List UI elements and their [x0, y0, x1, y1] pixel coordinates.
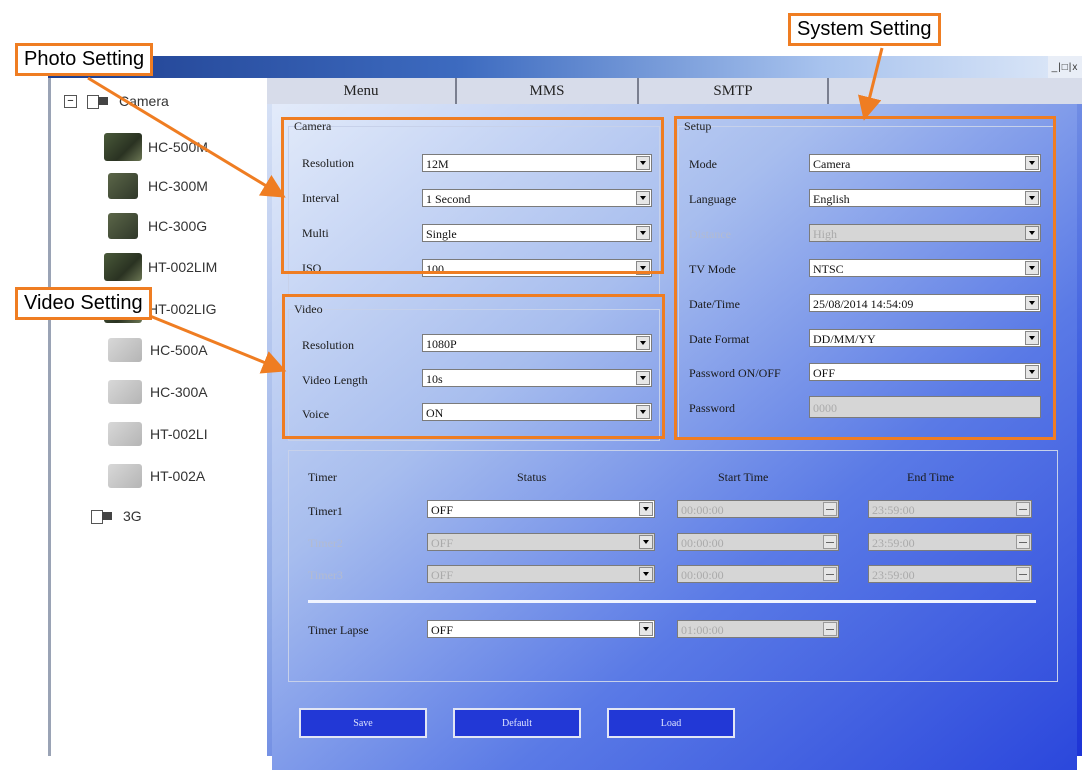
- video-arrow: [149, 314, 287, 374]
- callout-arrows: [87, 47, 884, 374]
- photo-setting-callout: Photo Setting: [15, 43, 154, 76]
- system-setting-callout: System Setting: [788, 13, 941, 46]
- system-arrow: [857, 47, 884, 121]
- video-setting-callout: Video Setting: [15, 287, 152, 320]
- photo-arrow: [87, 76, 286, 198]
